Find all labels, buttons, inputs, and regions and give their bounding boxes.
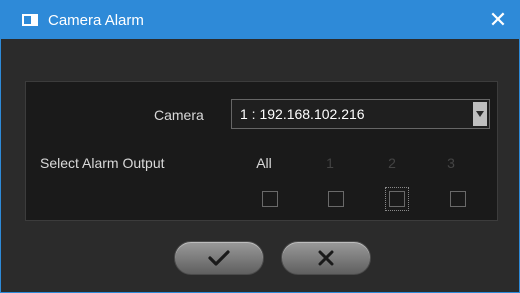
column-header-2: 2 bbox=[388, 155, 396, 171]
camera-alarm-dialog: Camera Alarm ✕ Camera 1 : 192.168.102.21… bbox=[0, 0, 520, 293]
x-icon bbox=[318, 250, 334, 266]
checkbox-output-1[interactable] bbox=[328, 191, 344, 207]
checkbox-all[interactable] bbox=[262, 191, 278, 207]
ok-button[interactable] bbox=[174, 241, 264, 275]
settings-panel: Camera 1 : 192.168.102.216 Select Alarm … bbox=[25, 81, 498, 221]
column-header-3: 3 bbox=[447, 155, 455, 171]
title-bar: Camera Alarm ✕ bbox=[1, 1, 519, 39]
checkbox-output-2[interactable] bbox=[385, 187, 409, 211]
chevron-down-icon[interactable] bbox=[473, 102, 487, 126]
close-button[interactable]: ✕ bbox=[485, 7, 511, 33]
camera-label: Camera bbox=[154, 107, 204, 123]
focus-ring bbox=[385, 187, 409, 211]
checkmark-icon bbox=[208, 250, 230, 266]
cancel-button[interactable] bbox=[281, 241, 371, 275]
window-title: Camera Alarm bbox=[48, 11, 144, 29]
alarm-output-label: Select Alarm Output bbox=[40, 155, 165, 171]
window-icon bbox=[22, 14, 38, 26]
camera-select-value: 1 : 192.168.102.216 bbox=[240, 106, 365, 122]
checkbox-output-3[interactable] bbox=[450, 191, 466, 207]
camera-select[interactable]: 1 : 192.168.102.216 bbox=[231, 99, 490, 129]
column-header-all: All bbox=[256, 155, 272, 171]
column-header-1: 1 bbox=[326, 155, 334, 171]
